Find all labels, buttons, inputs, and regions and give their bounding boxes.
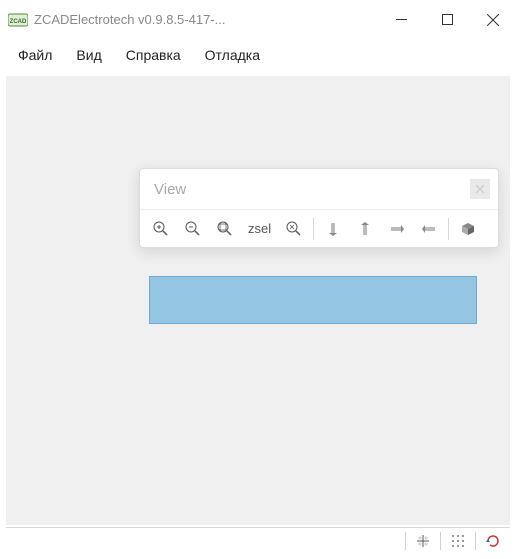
work-area[interactable]: View zsel xyxy=(6,76,510,525)
menu-file[interactable]: Файл xyxy=(6,43,64,67)
statusbar xyxy=(6,527,510,553)
view-top-button[interactable] xyxy=(318,215,348,243)
selection-rectangle xyxy=(149,276,477,324)
svg-text:ZCAD: ZCAD xyxy=(10,19,27,25)
menu-help[interactable]: Справка xyxy=(114,43,193,67)
refresh-button[interactable] xyxy=(480,530,506,552)
menu-view[interactable]: Вид xyxy=(64,43,113,67)
maximize-button[interactable] xyxy=(424,0,470,40)
menubar: Файл Вид Справка Отладка xyxy=(0,40,516,70)
zcad-icon: ZCAD xyxy=(8,12,28,28)
view-panel[interactable]: View zsel xyxy=(139,168,499,248)
view-panel-header[interactable]: View xyxy=(140,169,498,209)
zoom-in-button[interactable] xyxy=(146,215,176,243)
zoom-extents-button[interactable] xyxy=(210,215,240,243)
titlebar: ZCAD ZCADElectrotech v0.9.8.5-417-... xyxy=(0,0,516,40)
minimize-button[interactable] xyxy=(378,0,424,40)
view-panel-close[interactable] xyxy=(470,179,490,199)
view-right-button[interactable] xyxy=(414,215,444,243)
toolbar-separator xyxy=(313,218,314,240)
snap-grid-button[interactable] xyxy=(410,530,436,552)
zsel-button[interactable]: zsel xyxy=(242,221,277,236)
window-title: ZCADElectrotech v0.9.8.5-417-... xyxy=(34,12,225,27)
menu-debug[interactable]: Отладка xyxy=(193,43,272,67)
zoom-out-button[interactable] xyxy=(178,215,208,243)
snap-dots-button[interactable] xyxy=(445,530,471,552)
view-panel-title: View xyxy=(154,181,186,198)
view-toolbar: zsel xyxy=(140,209,498,247)
view-iso-button[interactable] xyxy=(453,215,483,243)
status-separator xyxy=(475,532,476,550)
view-left-button[interactable] xyxy=(382,215,412,243)
status-separator xyxy=(440,532,441,550)
toolbar-separator xyxy=(448,218,449,240)
status-separator xyxy=(405,532,406,550)
zoom-window-button[interactable] xyxy=(279,215,309,243)
view-bottom-button[interactable] xyxy=(350,215,380,243)
close-button[interactable] xyxy=(470,0,516,40)
